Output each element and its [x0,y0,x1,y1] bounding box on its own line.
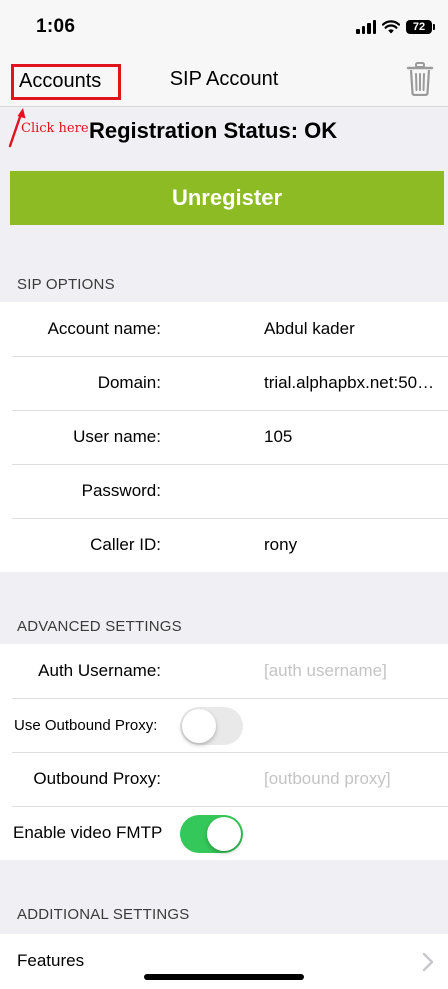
outbound-proxy-label: Outbound Proxy: [33,769,161,788]
account-name-label: Account name: [47,319,161,338]
account-name-row[interactable]: Account name: Abdul kader [0,302,448,356]
user-name-field[interactable]: 105 [264,427,436,447]
page-title: SIP Account [169,68,279,90]
chevron-right-icon [422,952,434,972]
features-row[interactable]: Features [0,934,448,989]
wifi-icon [382,20,400,34]
auth-username-row[interactable]: Auth Username: [auth username] [0,644,448,698]
outbound-proxy-field[interactable]: [outbound proxy] [264,769,436,789]
use-outbound-proxy-label: Use Outbound Proxy: [14,717,158,734]
user-name-label: User name: [73,427,161,446]
registration-status: Registration Status: OK [89,118,338,143]
domain-row[interactable]: Domain: trial.alphapbx.net:5060 [0,356,448,410]
section-header-advanced-settings: ADVANCED SETTINGS [17,618,182,635]
enable-video-fmtp-row: Enable video FMTP [0,806,448,860]
status-icons: 72 [356,18,435,36]
outbound-proxy-row[interactable]: Outbound Proxy: [outbound proxy] [0,752,448,806]
domain-label: Domain: [97,373,161,392]
section-header-sip-options: SIP OPTIONS [17,276,115,293]
caller-id-row[interactable]: Caller ID: rony [0,518,448,572]
status-bar: 1:06 72 [0,0,448,56]
advanced-settings-group: Auth Username: [auth username] Use Outbo… [0,644,448,860]
auth-username-field[interactable]: [auth username] [264,661,436,681]
unregister-button[interactable]: Unregister [10,171,444,225]
enable-video-fmtp-label: Enable video FMTP [13,823,163,842]
auth-username-label: Auth Username: [38,661,161,680]
use-outbound-proxy-row: Use Outbound Proxy: [0,698,448,752]
toggle-knob [207,817,241,851]
domain-field[interactable]: trial.alphapbx.net:5060 [264,373,436,393]
use-outbound-proxy-toggle[interactable] [180,707,243,745]
trash-icon[interactable] [406,62,434,96]
status-time: 1:06 [36,16,76,37]
password-label: Password: [81,481,161,500]
caller-id-label: Caller ID: [90,535,161,554]
navigation-bar: Accounts SIP Account [0,56,448,107]
section-header-additional-settings: ADDITIONAL SETTINGS [17,906,190,923]
home-indicator [144,974,304,980]
battery-icon: 72 [406,20,435,34]
user-name-row[interactable]: User name: 105 [0,410,448,464]
cellular-signal-icon [356,20,376,34]
account-name-field[interactable]: Abdul kader [264,319,436,339]
enable-video-fmtp-toggle[interactable] [180,815,243,853]
password-row[interactable]: Password: [0,464,448,518]
caller-id-field[interactable]: rony [264,535,436,555]
features-label: Features [17,951,85,970]
click-here-hint: Click here [21,121,89,136]
toggle-knob [182,709,216,743]
sip-options-group: Account name: Abdul kader Domain: trial.… [0,302,448,572]
